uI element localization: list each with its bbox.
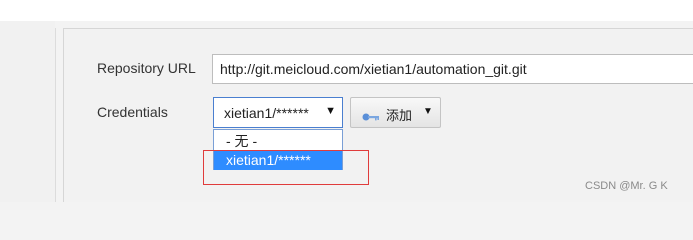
credentials-select[interactable]: xietian1/****** ▼ (213, 97, 343, 128)
add-button-label: 添加 (386, 108, 413, 123)
repository-url-input[interactable]: http://git.meicloud.com/xietian1/automat… (212, 54, 693, 84)
repository-url-label: Repository URL (97, 60, 196, 76)
left-rail (0, 21, 55, 202)
credentials-label: Credentials (97, 104, 168, 120)
top-band (0, 0, 693, 21)
annotation-highlight-box (203, 150, 369, 185)
dropdown-option-none[interactable]: - 无 - (214, 132, 342, 151)
key-icon (362, 109, 380, 121)
caret-down-icon: ▼ (423, 106, 433, 117)
add-credentials-button[interactable]: 添加 ▼ (350, 97, 441, 128)
credentials-selected-value: xietian1/****** (224, 105, 309, 121)
watermark: CSDN @Mr. G K (585, 180, 668, 192)
rail-divider (55, 28, 56, 202)
triangle-down-icon: ▼ (325, 105, 336, 117)
